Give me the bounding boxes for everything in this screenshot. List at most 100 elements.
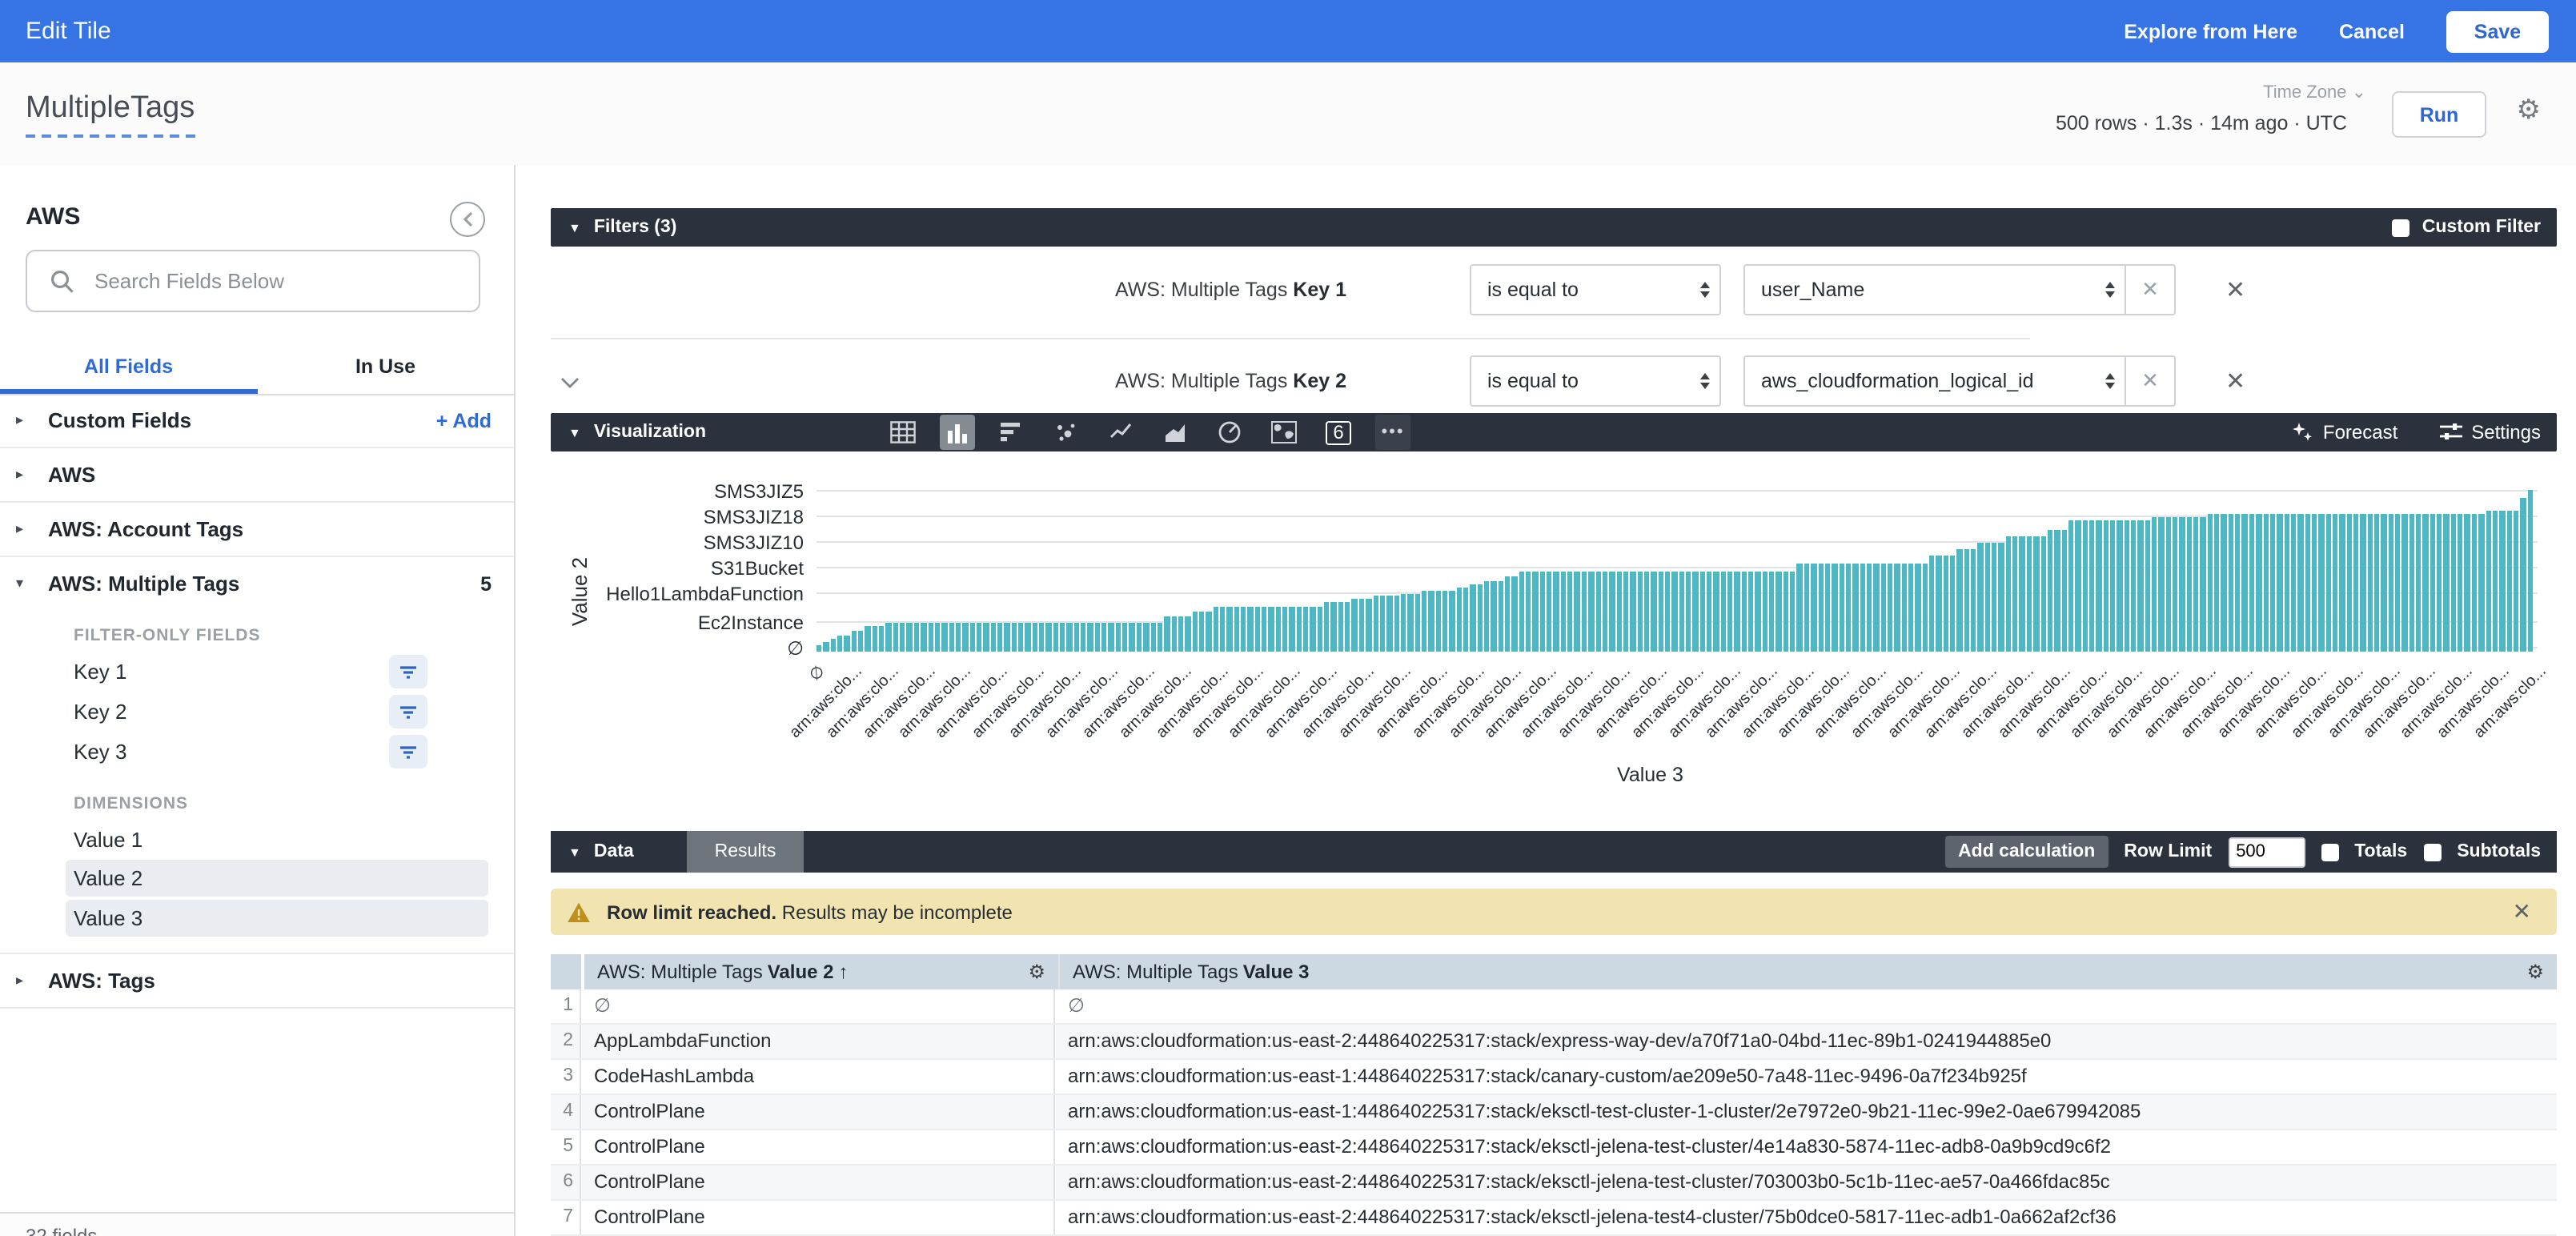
viz-type-more-icon[interactable]: ••• xyxy=(1375,415,1410,450)
chart-bars[interactable] xyxy=(817,490,2538,652)
explore-from-here-button[interactable]: Explore from Here xyxy=(2124,20,2297,42)
viz-type-line-icon[interactable] xyxy=(1103,415,1138,450)
column-header-value3[interactable]: AWS: Multiple TagsValue 3 ⚙ xyxy=(1060,954,2557,989)
cell-value3[interactable]: arn:aws:cloudformation:us-east-2:4486402… xyxy=(1055,1130,2557,1164)
gear-icon[interactable]: ⚙ xyxy=(2517,96,2542,123)
column-chart[interactable]: Value 2 Value 3 ∅Ec2InstanceHello1Lambda… xyxy=(551,451,2557,825)
remove-filter-icon[interactable]: ✕ xyxy=(2225,367,2245,395)
dimensions-label: DIMENSIONS xyxy=(74,794,514,813)
viz-type-scatter-icon[interactable] xyxy=(1049,415,1084,450)
table-row[interactable]: 3CodeHashLambdaarn:aws:cloudformation:us… xyxy=(551,1060,2557,1095)
table-row[interactable]: 5ControlPlanearn:aws:cloudformation:us-e… xyxy=(551,1130,2557,1166)
row-number: 7 xyxy=(551,1201,581,1234)
table-row[interactable]: 4ControlPlanearn:aws:cloudformation:us-e… xyxy=(551,1095,2557,1130)
filter-by-field-icon[interactable] xyxy=(389,695,427,728)
field-value-2[interactable]: Value 2 xyxy=(66,860,488,897)
subtotals-checkbox[interactable] xyxy=(2423,843,2441,861)
filter-by-field-icon[interactable] xyxy=(389,655,427,688)
field-value-3[interactable]: Value 3 xyxy=(66,900,488,937)
y-axis-tick-label: Ec2Instance xyxy=(580,611,804,633)
field-key-1[interactable]: Key 1 xyxy=(66,652,488,692)
settings-button[interactable]: Settings xyxy=(2439,421,2541,443)
table-row[interactable]: 1∅∅ xyxy=(551,989,2557,1025)
y-axis-tick-label: Hello1LambdaFunction xyxy=(580,584,804,606)
gear-icon[interactable]: ⚙ xyxy=(2526,962,2544,981)
filter-field-label: AWS: Multiple Tags Key 1 xyxy=(1115,279,1346,301)
chevron-down-icon: ⌄ xyxy=(2352,83,2366,102)
warning-icon xyxy=(567,901,591,923)
caret-down-icon: ▼ xyxy=(568,845,581,859)
sidebar-item-aws[interactable]: ▸ AWS xyxy=(0,447,514,501)
query-title[interactable]: MultipleTags xyxy=(26,91,195,138)
field-key-2[interactable]: Key 2 xyxy=(66,692,488,732)
cell-value2[interactable]: CodeHashLambda xyxy=(581,1060,1055,1094)
filter-operator-select[interactable]: is equal to xyxy=(1470,355,1721,407)
cell-value3[interactable]: arn:aws:cloudformation:us-east-2:4486402… xyxy=(1055,1166,2557,1199)
cell-value2[interactable]: ∅ xyxy=(581,989,1055,1023)
row-number: 2 xyxy=(551,1025,581,1058)
cell-value3[interactable]: ∅ xyxy=(1055,989,2557,1023)
cell-value2[interactable]: ControlPlane xyxy=(581,1201,1055,1234)
add-calculation-button[interactable]: Add calculation xyxy=(1945,836,2108,868)
sidebar-item-account-tags[interactable]: ▸ AWS: Account Tags xyxy=(0,501,514,556)
timezone-dropdown[interactable]: Time Zone ⌄ xyxy=(2263,82,2366,102)
table-row[interactable]: 2AppLambdaFunctionarn:aws:cloudformation… xyxy=(551,1025,2557,1060)
close-icon[interactable]: ✕ xyxy=(2513,898,2531,925)
column-header-value2[interactable]: AWS: Multiple TagsValue 2 ↑ ⚙ xyxy=(584,954,1060,989)
viz-type-map-icon[interactable] xyxy=(1266,415,1302,450)
filters-header[interactable]: ▼ Filters (3) Custom Filter xyxy=(551,208,2557,247)
tab-in-use[interactable]: In Use xyxy=(257,339,514,394)
field-value-1[interactable]: Value 1 xyxy=(66,820,488,860)
viz-type-column-icon[interactable] xyxy=(940,415,975,450)
query-bar: MultipleTags Time Zone ⌄ 500 rows · 1.3s… xyxy=(0,62,2576,165)
tab-all-fields[interactable]: All Fields xyxy=(0,339,257,394)
custom-filter-checkbox[interactable] xyxy=(2392,219,2409,236)
table-row[interactable]: 7ControlPlanearn:aws:cloudformation:us-e… xyxy=(551,1201,2557,1236)
field-key-3[interactable]: Key 3 xyxy=(66,732,488,772)
viz-type-single-value-icon[interactable]: 6 xyxy=(1321,415,1356,450)
collapse-sidebar-button[interactable] xyxy=(450,202,485,237)
clear-value-icon[interactable]: ✕ xyxy=(2125,266,2174,314)
row-limit-input[interactable] xyxy=(2228,837,2305,867)
cell-value2[interactable]: ControlPlane xyxy=(581,1130,1055,1164)
viz-type-bar-icon[interactable] xyxy=(994,415,1029,450)
sidebar-item-aws-tags[interactable]: ▸ AWS: Tags xyxy=(0,953,514,1009)
cell-value3[interactable]: arn:aws:cloudformation:us-east-2:4486402… xyxy=(1055,1201,2557,1234)
row-limit-label: Row Limit xyxy=(2124,842,2212,861)
forecast-button[interactable]: Forecast xyxy=(2291,421,2397,443)
filter-value-select[interactable]: user_Name✕ xyxy=(1743,264,2176,315)
clear-value-icon[interactable]: ✕ xyxy=(2125,357,2174,405)
tab-results[interactable]: Results xyxy=(687,831,804,873)
filter-value-select[interactable]: aws_cloudformation_logical_id✕ xyxy=(1743,355,2176,407)
field-list: ▸ Custom Fields + Add ▸ AWS ▸ AWS: Accou… xyxy=(0,394,514,1009)
viz-type-pie-icon[interactable] xyxy=(1212,415,1247,450)
cancel-button[interactable]: Cancel xyxy=(2339,20,2405,42)
cell-value3[interactable]: arn:aws:cloudformation:us-east-1:4486402… xyxy=(1055,1060,2557,1094)
totals-checkbox[interactable] xyxy=(2321,843,2338,861)
gear-icon[interactable]: ⚙ xyxy=(1028,962,1045,981)
filter-operator-select[interactable]: is equal to xyxy=(1470,264,1721,315)
cell-value3[interactable]: arn:aws:cloudformation:us-east-1:4486402… xyxy=(1055,1095,2557,1129)
run-button[interactable]: Run xyxy=(2392,91,2486,138)
viz-type-area-icon[interactable] xyxy=(1158,415,1193,450)
search-input[interactable] xyxy=(91,267,479,295)
table-row[interactable]: 6ControlPlanearn:aws:cloudformation:us-e… xyxy=(551,1166,2557,1201)
filters-body: AWS: Multiple Tags Key 1 is equal to user_… xyxy=(551,247,2557,413)
add-custom-field-button[interactable]: + Add xyxy=(436,409,492,431)
visualization-header[interactable]: ▼ Visualization 6••• Forecast xyxy=(551,413,2557,451)
caret-right-icon: ▸ xyxy=(16,466,32,484)
data-header[interactable]: ▼ Data Results Add calculation Row Limit… xyxy=(551,831,2557,873)
viz-type-table-icon[interactable] xyxy=(885,415,921,450)
updown-arrows-icon xyxy=(1691,282,1719,298)
cell-value3[interactable]: arn:aws:cloudformation:us-east-2:4486402… xyxy=(1055,1025,2557,1058)
field-picker-sidebar: AWS All Fields In Use ▸ Custom Fields + … xyxy=(0,165,516,1236)
save-button[interactable]: Save xyxy=(2446,10,2549,52)
sidebar-item-multiple-tags[interactable]: ▾ AWS: Multiple Tags 5 xyxy=(0,556,514,610)
cell-value2[interactable]: ControlPlane xyxy=(581,1166,1055,1199)
filter-by-field-icon[interactable] xyxy=(389,735,427,768)
chevron-down-icon[interactable] xyxy=(560,368,580,397)
cell-value2[interactable]: AppLambdaFunction xyxy=(581,1025,1055,1058)
remove-filter-icon[interactable]: ✕ xyxy=(2225,275,2245,304)
cell-value2[interactable]: ControlPlane xyxy=(581,1095,1055,1129)
sidebar-item-custom-fields[interactable]: ▸ Custom Fields + Add xyxy=(0,394,514,447)
